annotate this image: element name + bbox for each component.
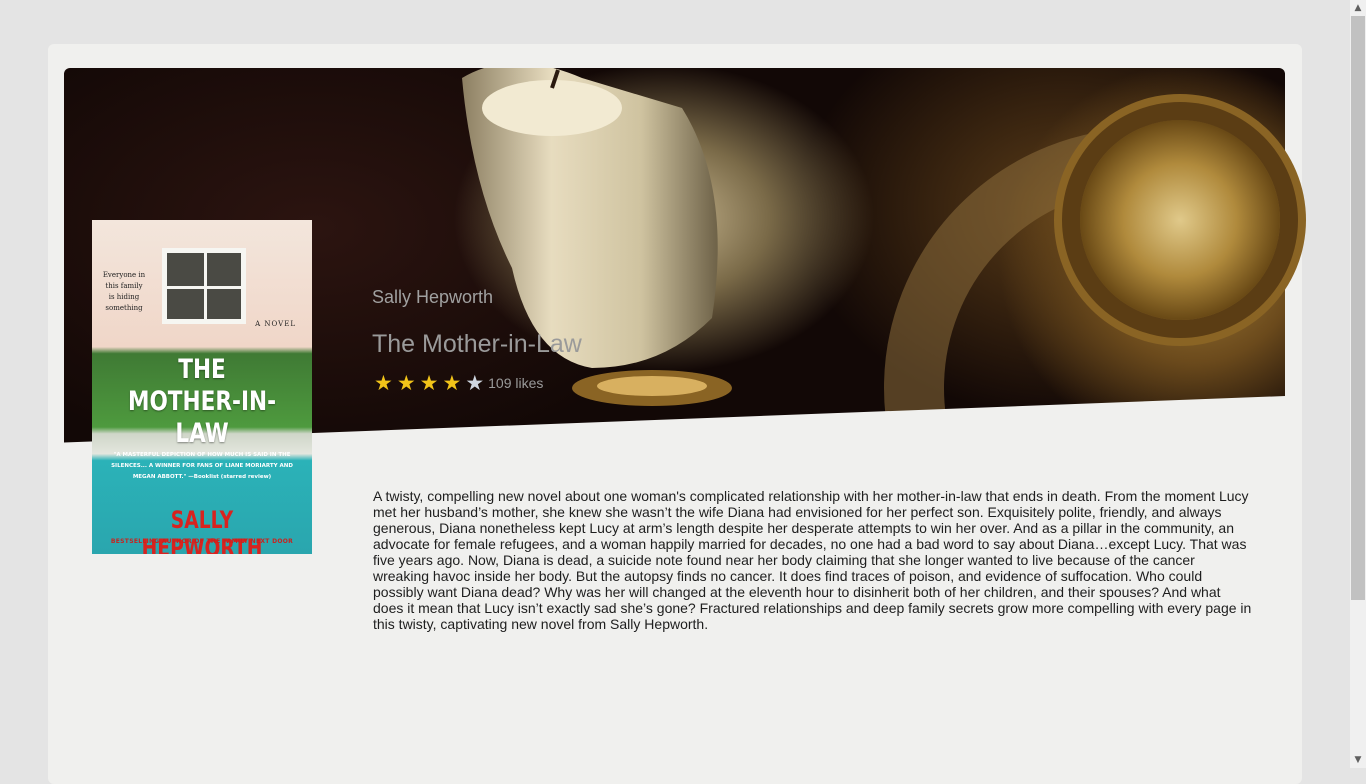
- book-description: A twisty, compelling new novel about one…: [373, 488, 1252, 632]
- star-filled-icon[interactable]: ★: [420, 372, 439, 394]
- compass-decoration: [1080, 120, 1280, 320]
- book-title: The Mother-in-Law: [372, 330, 582, 358]
- cover-title-line2: MOTHER-IN-LAW: [127, 386, 277, 449]
- cover-title: THE MOTHER-IN-LAW: [114, 354, 290, 450]
- cover-novel-label: A NOVEL: [255, 320, 296, 328]
- star-empty-icon[interactable]: ★: [465, 372, 484, 394]
- scroll-thumb[interactable]: [1351, 16, 1365, 600]
- star-filled-icon[interactable]: ★: [374, 372, 393, 394]
- cover-quote: "A MASTERFUL DEPICTION OF HOW MUCH IS SA…: [111, 452, 293, 480]
- rating-row: ★ ★ ★ ★ ★ 109 likes: [374, 372, 543, 394]
- book-author[interactable]: Sally Hepworth: [372, 287, 493, 308]
- cover-tagline: Everyone in this family is hiding someth…: [102, 271, 146, 312]
- star-filled-icon[interactable]: ★: [397, 372, 416, 394]
- cover-byline: BESTSELLING AUTHOR OF THE FAMILY NEXT DO…: [110, 538, 294, 545]
- likes-count: 109 likes: [488, 375, 544, 391]
- cover-author: SALLY HEPWORTH: [141, 506, 263, 554]
- scroll-up-arrow-icon[interactable]: ▲: [1350, 0, 1366, 16]
- vertical-scrollbar[interactable]: ▲ ▼: [1350, 0, 1366, 768]
- scroll-down-arrow-icon[interactable]: ▼: [1350, 752, 1366, 768]
- star-filled-icon[interactable]: ★: [442, 372, 461, 394]
- book-cover-image: Everyone in this family is hiding someth…: [92, 220, 312, 554]
- cover-window: [162, 248, 246, 324]
- cover-title-line1: THE: [178, 354, 226, 385]
